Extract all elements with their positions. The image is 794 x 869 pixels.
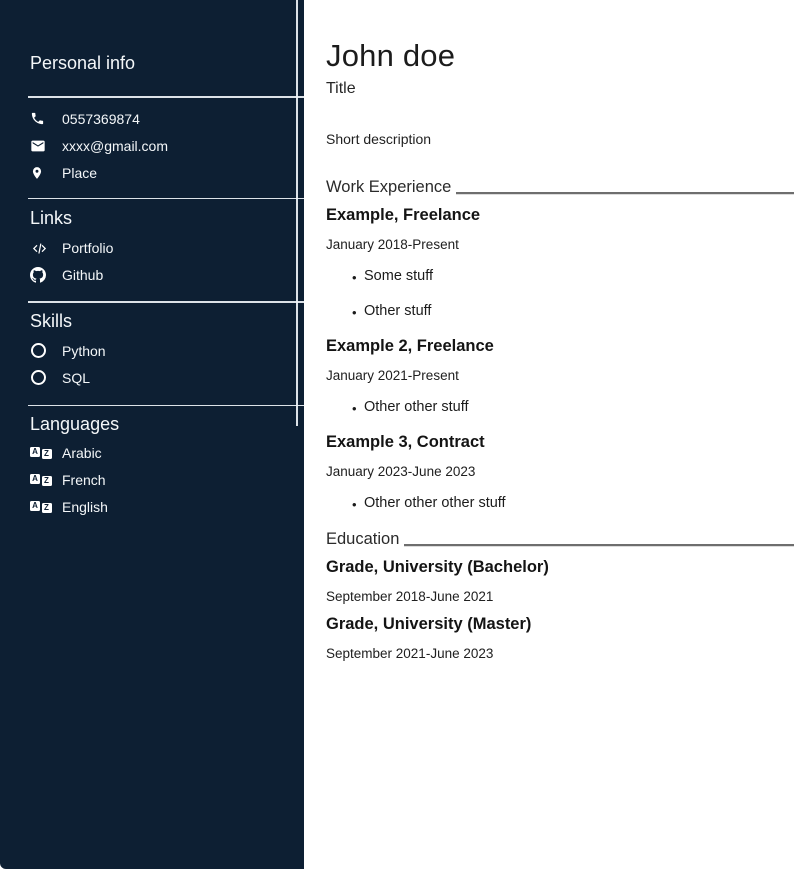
link-portfolio[interactable]: Portfolio xyxy=(30,240,304,256)
location-pin-icon xyxy=(30,165,50,181)
link-github[interactable]: Github xyxy=(30,267,304,283)
job-bullet-list: Some stuff Other stuff xyxy=(326,268,794,320)
phone-value: 0557369874 xyxy=(62,111,140,127)
heading-rule xyxy=(456,192,794,194)
heading-rule xyxy=(404,544,794,546)
job-bullet: Other other other stuff xyxy=(352,495,794,512)
job-title: Example 2, Freelance xyxy=(326,337,794,356)
job-period: January 2021-Present xyxy=(326,368,794,383)
short-description: Short description xyxy=(326,131,794,148)
link-portfolio-label: Portfolio xyxy=(62,240,113,256)
link-github-label: Github xyxy=(62,267,103,283)
language-item: AZ English xyxy=(30,499,304,515)
language-az-icon: AZ xyxy=(30,474,50,486)
job-title: Example 3, Contract xyxy=(326,433,794,452)
personal-info-section: Personal info xyxy=(0,0,304,73)
job-period: January 2023-June 2023 xyxy=(326,464,794,479)
language-label: Arabic xyxy=(62,445,102,461)
personal-info-heading: Personal info xyxy=(30,53,304,73)
job-bullet: Other other stuff xyxy=(352,399,794,416)
job-bullet-list: Other other stuff xyxy=(326,399,794,416)
links-section: Links Portfolio Github xyxy=(0,199,304,301)
envelope-icon xyxy=(30,138,50,154)
work-experience-heading: Work Experience xyxy=(326,178,794,197)
job-bullet: Some stuff xyxy=(352,268,794,285)
education-title: Grade, University (Bachelor) xyxy=(326,558,794,577)
languages-section: Languages AZ Arabic AZ French AZ English xyxy=(0,406,304,515)
language-az-icon: AZ xyxy=(30,447,50,459)
circle-icon xyxy=(30,370,50,385)
skill-label: Python xyxy=(62,343,106,359)
skill-item: SQL xyxy=(30,370,304,386)
language-az-icon: AZ xyxy=(30,501,50,513)
email-row[interactable]: xxxx@gmail.com xyxy=(30,138,304,154)
phone-row: 0557369874 xyxy=(30,111,304,127)
sidebar-vertical-rule xyxy=(296,0,298,426)
job-period: January 2018-Present xyxy=(326,237,794,252)
education-title: Grade, University (Master) xyxy=(326,615,794,634)
circle-icon xyxy=(30,343,50,358)
resume-body: John doe Title Short description Work Ex… xyxy=(304,0,794,869)
resume-page: Personal info 0557369874 xxxx@gmail.com xyxy=(0,0,794,869)
skills-heading: Skills xyxy=(30,311,304,331)
code-icon xyxy=(30,241,50,256)
language-item: AZ Arabic xyxy=(30,445,304,461)
contacts-section: 0557369874 xxxx@gmail.com Place xyxy=(0,98,304,198)
job-title: Example, Freelance xyxy=(326,206,794,225)
language-item: AZ French xyxy=(30,472,304,488)
skill-label: SQL xyxy=(62,370,90,386)
github-icon xyxy=(30,267,50,283)
email-value: xxxx@gmail.com xyxy=(62,138,168,154)
education-heading: Education xyxy=(326,530,794,549)
job-bullet: Other stuff xyxy=(352,303,794,320)
language-label: French xyxy=(62,472,106,488)
skills-section: Skills Python SQL xyxy=(0,303,304,405)
languages-heading: Languages xyxy=(30,414,304,434)
phone-icon xyxy=(30,111,50,126)
skill-item: Python xyxy=(30,343,304,359)
location-value: Place xyxy=(62,165,97,181)
location-row: Place xyxy=(30,165,304,181)
education-period: September 2021-June 2023 xyxy=(326,646,794,661)
links-heading: Links xyxy=(30,208,304,228)
candidate-name: John doe xyxy=(326,38,794,74)
job-bullet-list: Other other other stuff xyxy=(326,495,794,512)
candidate-title: Title xyxy=(326,79,794,98)
sidebar: Personal info 0557369874 xxxx@gmail.com xyxy=(0,0,304,869)
education-period: September 2018-June 2021 xyxy=(326,589,794,604)
language-label: English xyxy=(62,499,108,515)
